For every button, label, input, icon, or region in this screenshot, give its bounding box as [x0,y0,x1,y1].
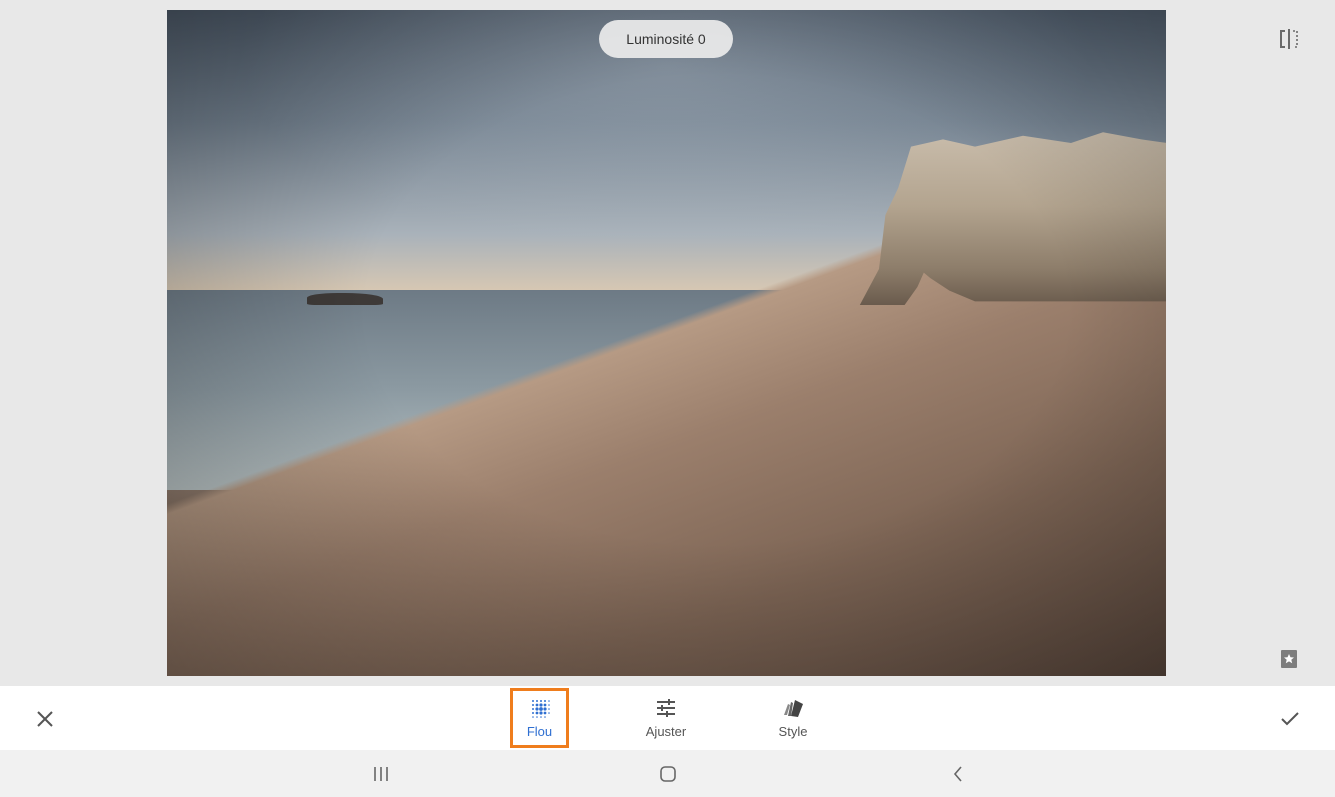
tool-ajuster-label: Ajuster [645,723,687,739]
back-icon [953,766,962,782]
sliders-icon [657,698,675,717]
compare-icon[interactable] [1278,28,1300,50]
recents-icon [374,767,388,781]
check-icon [1281,712,1299,726]
brightness-toast: Luminosité 0 [599,20,733,58]
system-navbar [0,750,1335,797]
style-cards-icon [784,699,803,717]
close-icon [37,711,53,727]
tool-flou[interactable]: Flou [510,688,569,748]
recents-button[interactable] [366,760,396,788]
blur-grid-icon [531,699,550,718]
tool-style-label: Style [778,723,808,739]
bottom-toolbar: Flou Ajuster Style [0,686,1335,750]
bookmark-icon[interactable] [1280,649,1298,669]
close-button[interactable] [32,706,58,732]
photo-vignette [167,10,1166,676]
brightness-toast-label: Luminosité 0 [626,31,706,47]
home-icon [660,766,676,782]
tool-flou-label: Flou [526,723,553,739]
back-button[interactable] [943,760,973,788]
tool-ajuster[interactable]: Ajuster [636,686,696,750]
tool-style[interactable]: Style [760,686,826,750]
confirm-button[interactable] [1277,706,1303,732]
editor-stage: Luminosité 0 [0,0,1335,686]
photo-canvas[interactable] [167,10,1166,676]
home-button[interactable] [653,760,683,788]
